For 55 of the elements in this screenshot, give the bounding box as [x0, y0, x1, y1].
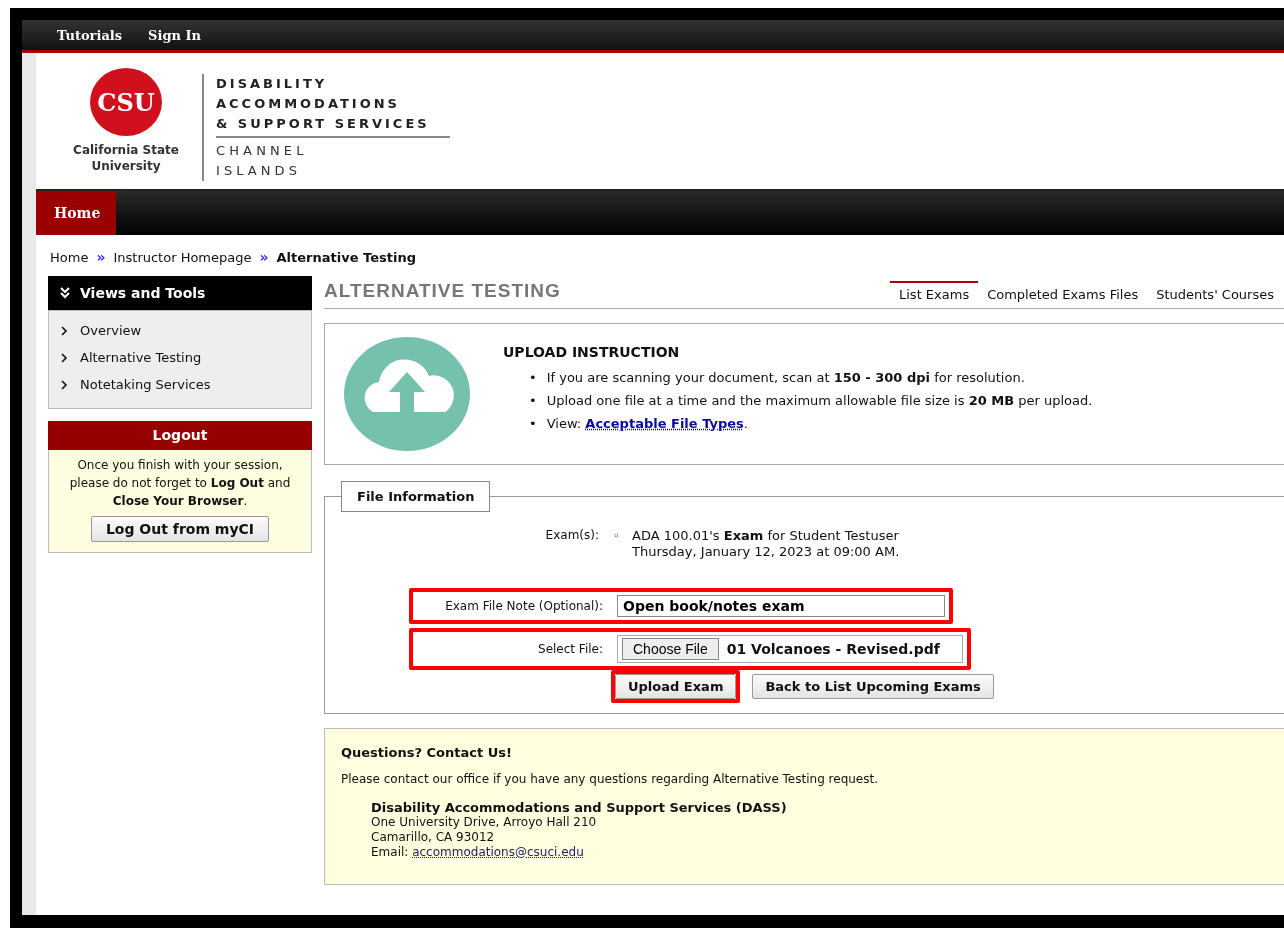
address-line: Camarillo, CA 93012	[371, 830, 496, 845]
instruction-item: If you are scanning your document, scan at 150 - 300 dpi for resolution.	[546, 368, 1025, 387]
sidebar-item[interactable]: Notetaking Services	[49, 371, 311, 398]
email-line: Email: accommodations@csuci.edu	[371, 845, 585, 860]
file-name: 01 Volcanoes - Revised.pdf	[726, 641, 940, 657]
chevron-right-icon	[61, 352, 68, 363]
address-line: One University Drive, Arroyo Hall 210	[371, 815, 598, 830]
chevron-right-icon	[61, 379, 68, 390]
email-link[interactable]: accommodations@csuci.edu	[412, 845, 584, 859]
bullet-icon: •	[529, 411, 537, 435]
breadcrumb-separator-icon: »	[259, 249, 269, 265]
department-name: DISABILITY ACCOMMODATIONS & SUPPORT SERVICES	[216, 73, 450, 138]
form-button[interactable]: Back to List Upcoming Exams	[752, 674, 994, 699]
tab[interactable]: List Exams	[890, 281, 979, 308]
logout-header: Logout	[48, 421, 312, 450]
chevron-right-icon	[61, 325, 68, 336]
field-label: Exam File Note (Optional):	[444, 599, 604, 613]
nav-tab[interactable]: Home	[36, 191, 116, 235]
breadcrumb-link[interactable]: Instructor Homepage	[113, 249, 252, 265]
breadcrumb-separator-icon: »	[96, 249, 106, 265]
logout-button[interactable]: Log Out from myCI	[90, 516, 270, 542]
double-chevron-icon	[60, 287, 70, 299]
campus-name: C H A N N E L I S L A N D S	[216, 141, 305, 180]
sidebar-item[interactable]: Overview	[49, 317, 311, 344]
contact-text: Please contact our office if you have any questions regarding Alternative Testing request.	[341, 772, 879, 786]
field-label: Select File:	[537, 642, 604, 656]
instruction-title: UPLOAD INSTRUCTION	[503, 343, 681, 360]
instruction-item: View: Acceptable File Types.	[546, 414, 748, 433]
tab[interactable]: Completed Exams Files	[978, 281, 1148, 308]
breadcrumb-link[interactable]: Alternative Testing	[276, 249, 416, 265]
logo-caption: California State University	[73, 142, 179, 174]
top-nav-link[interactable]: Sign In	[148, 27, 201, 43]
contact-title: Questions? Contact Us!	[341, 745, 513, 760]
page-title: ALTERNATIVE TESTING	[324, 280, 561, 302]
top-nav-link[interactable]: Tutorials	[57, 27, 123, 43]
sidebar-item[interactable]: Alternative Testing	[49, 344, 311, 371]
form-button[interactable]: Upload Exam	[615, 674, 737, 699]
organization-name: Disability Accommodations and Support Services (DASS)	[371, 800, 788, 815]
logout-message: Once you finish with your session, please do not forget to Log Out and Close Your Browser.	[68, 457, 292, 510]
file-types-link[interactable]: Acceptable File Types	[585, 415, 744, 431]
note-field[interactable]: Open book/notes exam	[617, 595, 945, 617]
breadcrumb-link[interactable]: Home	[50, 249, 89, 265]
bullet-icon: •	[529, 365, 537, 389]
file-input[interactable]: Choose File 01 Volcanoes - Revised.pdf	[617, 635, 963, 663]
instruction-item: Upload one file at a time and the maximum allowable file size is 20 MB per upload.	[546, 391, 1093, 410]
bullet-icon: •	[529, 388, 537, 412]
exam-item: ADA 100.01's Exam for Student Testuser Thursday, January 12, 2023 at 09:00 AM.	[632, 528, 900, 560]
bullet-icon: ◦	[613, 528, 621, 560]
panel-title: Views and Tools	[80, 285, 206, 301]
logo-mark: CSU	[90, 68, 162, 136]
tab[interactable]: Students' Courses	[1147, 281, 1283, 308]
group-legend: File Information	[341, 481, 491, 512]
cloud-upload-icon	[343, 336, 471, 452]
choose-file-button[interactable]: Choose File	[622, 638, 719, 660]
field-label: Exam(s):	[544, 528, 600, 542]
